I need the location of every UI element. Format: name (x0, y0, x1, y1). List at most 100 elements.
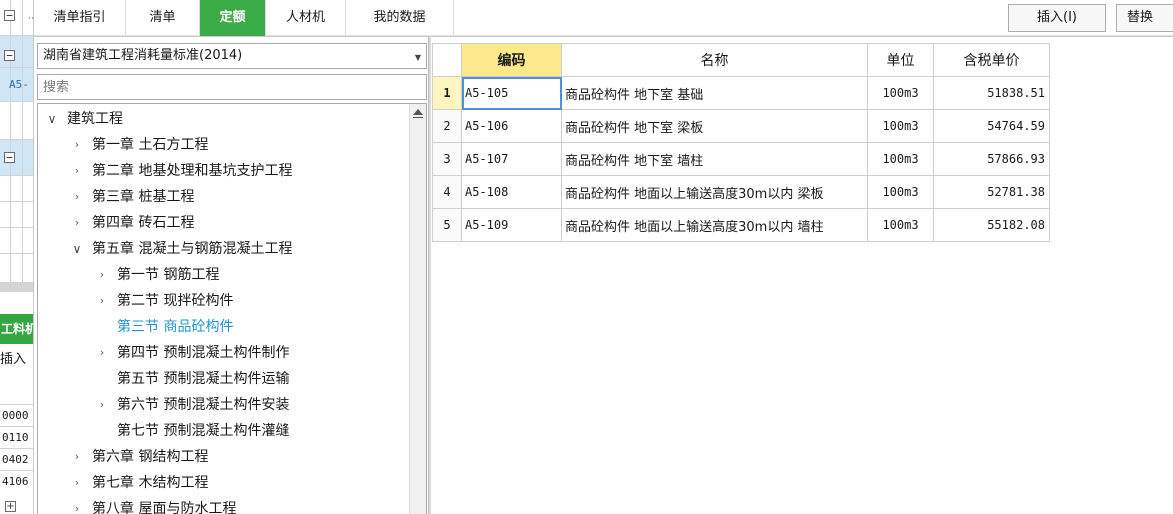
tree-node[interactable]: 第七节 预制混凝土构件灌缝 (38, 418, 408, 444)
tree-node[interactable]: ∨ 第五章 混凝土与钢筋混凝土工程 (38, 236, 408, 262)
left-insert-button[interactable]: 插入 (0, 348, 26, 367)
chevron-right-icon[interactable]: › (71, 158, 83, 184)
left-code-cell[interactable]: 0402 (0, 448, 33, 470)
column-header-code[interactable]: 编码 (461, 43, 562, 77)
tree-node-label: 第六节 预制混凝土构件安装 (117, 397, 290, 413)
chevron-down-icon[interactable]: ∨ (71, 236, 83, 262)
tree-vertical-scrollbar[interactable] (409, 104, 426, 514)
scroll-up-icon[interactable] (412, 107, 424, 119)
code-cell[interactable]: A5-107 (461, 142, 562, 176)
row-number-cell[interactable]: 1 (432, 76, 462, 110)
chevron-down-icon[interactable]: ∨ (46, 106, 58, 132)
table-row[interactable]: 3 A5-107 商品砼构件 地下室 墙柱 100m3 57866.93 (432, 142, 1050, 176)
tree-node[interactable]: 第五节 预制混凝土构件运输 (38, 366, 408, 392)
chevron-right-icon[interactable]: › (96, 288, 108, 314)
tab-bill-guide[interactable]: 清单指引 (34, 0, 126, 36)
chevron-down-icon[interactable]: ▼ (415, 53, 421, 62)
tree-node[interactable]: › 第四节 预制混凝土构件制作 (38, 340, 408, 366)
unit-cell[interactable]: 100m3 (867, 109, 934, 143)
tab-my-data[interactable]: 我的数据 (346, 0, 454, 36)
tree-node-label: 第八章 屋面与防水工程 (92, 501, 237, 514)
left-code-cell[interactable]: 4106 (0, 470, 33, 492)
unit-cell[interactable]: 100m3 (867, 142, 934, 176)
chevron-right-icon[interactable]: › (71, 132, 83, 158)
tree-node-label: 第七章 木结构工程 (92, 475, 209, 491)
tree-node[interactable]: › 第四章 砖石工程 (38, 210, 408, 236)
name-cell[interactable]: 商品砼构件 地面以上输送高度30m以内 墙柱 (561, 208, 868, 242)
price-cell[interactable]: 57866.93 (933, 142, 1050, 176)
collapse-icon[interactable]: − (4, 10, 15, 21)
tree-node[interactable]: › 第六节 预制混凝土构件安装 (38, 392, 408, 418)
chevron-right-icon[interactable]: › (96, 392, 108, 418)
tree-node[interactable]: › 第三章 桩基工程 (38, 184, 408, 210)
left-horizontal-scrollbar[interactable] (0, 282, 33, 292)
tree-node-label: 第五章 混凝土与钢筋混凝土工程 (92, 241, 293, 257)
left-grid-row[interactable] (0, 102, 33, 140)
unit-cell[interactable]: 100m3 (867, 208, 934, 242)
chevron-right-icon[interactable]: › (71, 184, 83, 210)
row-number-cell[interactable]: 4 (432, 175, 462, 209)
tree-node-selected[interactable]: 第三节 商品砼构件 (38, 314, 408, 340)
quota-library-select[interactable]: 湖南省建筑工程消耗量标准(2014) ▼ (37, 43, 427, 69)
price-cell[interactable]: 51838.51 (933, 76, 1050, 110)
search-input[interactable] (37, 74, 427, 100)
panel-splitter[interactable] (428, 36, 431, 514)
table-row[interactable]: 2 A5-106 商品砼构件 地下室 梁板 100m3 54764.59 (432, 109, 1050, 143)
name-cell[interactable]: 商品砼构件 地下室 基础 (561, 76, 868, 110)
code-cell[interactable]: A5-106 (461, 109, 562, 143)
unit-cell[interactable]: 100m3 (867, 76, 934, 110)
row-number-cell[interactable]: 5 (432, 208, 462, 242)
tree-node[interactable]: › 第六章 钢结构工程 (38, 444, 408, 470)
chevron-right-icon[interactable]: › (71, 210, 83, 236)
price-cell[interactable]: 52781.38 (933, 175, 1050, 209)
name-cell[interactable]: 商品砼构件 地下室 墙柱 (561, 142, 868, 176)
left-grid-row[interactable] (0, 228, 33, 254)
chevron-right-icon[interactable]: › (96, 340, 108, 366)
tree-node-label: 第四节 预制混凝土构件制作 (117, 345, 290, 361)
left-grid-row[interactable] (0, 202, 33, 228)
column-header-name[interactable]: 名称 (561, 43, 868, 77)
expand-icon[interactable]: + (5, 501, 16, 512)
replace-button[interactable]: 替换 (1116, 4, 1173, 32)
name-cell[interactable]: 商品砼构件 地下室 梁板 (561, 109, 868, 143)
row-number-cell[interactable]: 2 (432, 109, 462, 143)
insert-button[interactable]: 插入(I) (1008, 4, 1106, 32)
tree-node[interactable]: › 第二章 地基处理和基坑支护工程 (38, 158, 408, 184)
tree-node[interactable]: › 第一节 钢筋工程 (38, 262, 408, 288)
tree-node[interactable]: › 第一章 土石方工程 (38, 132, 408, 158)
price-cell[interactable]: 54764.59 (933, 109, 1050, 143)
tab-bill[interactable]: 清单 (126, 0, 200, 36)
chevron-right-icon[interactable]: › (96, 262, 108, 288)
tree-node[interactable]: › 第八章 屋面与防水工程 (38, 496, 408, 514)
table-row[interactable]: 4 A5-108 商品砼构件 地面以上输送高度30m以内 梁板 100m3 52781.… (432, 175, 1050, 209)
code-cell[interactable]: A5-109 (461, 208, 562, 242)
column-header-price[interactable]: 含税单价 (933, 43, 1050, 77)
code-cell[interactable]: A5-108 (461, 175, 562, 209)
tree-node[interactable]: › 第七章 木结构工程 (38, 470, 408, 496)
row-number-cell[interactable]: 3 (432, 142, 462, 176)
chapter-tree: ∨ 建筑工程 › 第一章 土石方工程 › 第二章 地基处理和基坑支护工程 › 第三章 桩基工程… (37, 103, 427, 514)
name-cell[interactable]: 商品砼构件 地面以上输送高度30m以内 梁板 (561, 175, 868, 209)
tree-node[interactable]: › 第二节 现拌砼构件 (38, 288, 408, 314)
unit-cell[interactable]: 100m3 (867, 175, 934, 209)
tree-node-label: 第七节 预制混凝土构件灌缝 (117, 423, 290, 439)
left-code-cell[interactable]: 0110 (0, 426, 33, 448)
code-cell[interactable]: A5-105 (461, 76, 562, 110)
price-cell[interactable]: 55182.08 (933, 208, 1050, 242)
table-header-row: 编码 名称 单位 含税单价 (432, 43, 1050, 77)
chevron-right-icon[interactable]: › (71, 470, 83, 496)
column-header-unit[interactable]: 单位 (867, 43, 934, 77)
tab-quota[interactable]: 定额 (200, 0, 266, 36)
collapse-icon[interactable]: − (4, 152, 15, 163)
table-row[interactable]: 5 A5-109 商品砼构件 地面以上输送高度30m以内 墙柱 100m3 55182.… (432, 208, 1050, 242)
left-code-cell[interactable]: 0000 (0, 404, 33, 426)
table-row[interactable]: 1 A5-105 商品砼构件 地下室 基础 100m3 51838.51 (432, 76, 1050, 110)
chevron-right-icon[interactable]: › (71, 444, 83, 470)
tree-node-label: 第五节 预制混凝土构件运输 (117, 371, 290, 387)
chevron-right-icon[interactable]: › (71, 496, 83, 514)
tab-labor-material-machine[interactable]: 人材机 (266, 0, 346, 36)
tree-node[interactable]: ∨ 建筑工程 (38, 106, 408, 132)
collapse-icon[interactable]: − (4, 50, 15, 61)
row-number-header[interactable] (432, 43, 462, 77)
left-grid-row[interactable] (0, 176, 33, 202)
